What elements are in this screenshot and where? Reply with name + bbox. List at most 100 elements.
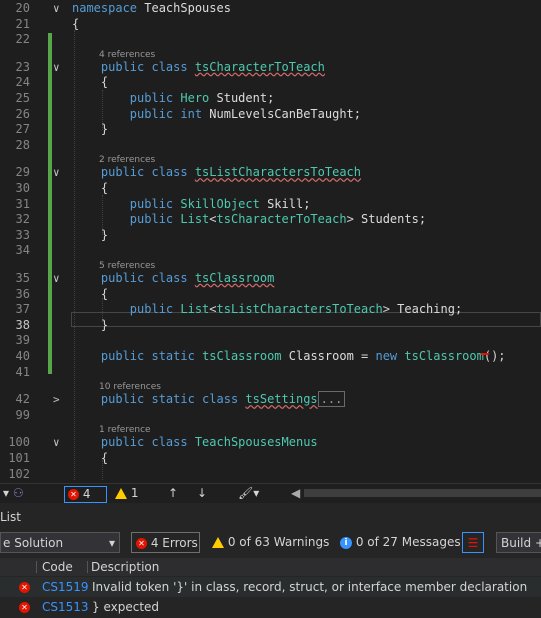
scroll-left-icon[interactable]: ◀ [291, 485, 300, 502]
code-line[interactable]: 37 public List<tsListCharactersToTeach> … [0, 302, 541, 317]
code-line[interactable]: 35 ∨ public class tsClassroom [0, 271, 541, 286]
code-line[interactable]: 29 ∨ public class tsListCharactersToTeach [0, 165, 541, 180]
line-number: 27 [15, 122, 30, 137]
build-dropdown[interactable]: Build + [496, 532, 541, 553]
code-token: tsClassroom [194, 271, 275, 285]
code-text: public static tsClassroom Classroom = ne… [72, 349, 506, 364]
error-description: Invalid token '}' in class, record, stru… [92, 580, 528, 594]
line-number: 32 [15, 212, 30, 227]
editor-status-strip: ▾ ⚇ ✕ 4 1 ↑ ↓ 🖌▾ ◀ [0, 483, 541, 503]
code-text: public class tsCharacterToTeach [72, 60, 325, 75]
column-header-code[interactable]: Code [42, 558, 73, 576]
filter-toggle-icon[interactable]: ☰ [462, 532, 484, 553]
code-line[interactable]: 27 } [0, 122, 541, 137]
code-token: tsCharacterToTeach [194, 59, 325, 74]
code-line[interactable]: 21 { [0, 17, 541, 32]
code-line[interactable]: 20 ∨ namespace TeachSpouses [0, 1, 541, 16]
code-line[interactable]: 40 public static tsClassroom Classroom =… [0, 349, 541, 364]
code-line[interactable]: 101 { [0, 451, 541, 466]
scope-dropdown[interactable]: e Solution ▾ [0, 532, 120, 553]
line-number: 21 [15, 16, 30, 31]
line-number: 40 [15, 349, 30, 363]
code-line[interactable]: 34 [0, 243, 541, 258]
warnings-filter-button[interactable]: 0 of 63 Warnings [212, 532, 329, 553]
warning-icon [115, 488, 127, 499]
code-token: public class [100, 435, 195, 450]
code-text: namespace TeachSpouses [72, 1, 231, 16]
code-line[interactable]: 100 ∨ public class TeachSpousesMenus [0, 435, 541, 450]
code-token: Hero [180, 91, 217, 105]
code-line[interactable]: 28 [0, 138, 541, 153]
code-line[interactable]: 99 [0, 408, 541, 423]
messages-filter-button[interactable]: i 0 of 27 Messages [340, 532, 461, 553]
copilot-icon: ⚇ [12, 486, 24, 500]
column-header-icon [36, 561, 37, 573]
horizontal-scrollbar[interactable] [304, 489, 541, 497]
code-line[interactable]: 39 [0, 333, 541, 348]
line-number: 39 [15, 333, 30, 348]
errors-filter-button[interactable]: ✕ 4 Errors [131, 532, 200, 553]
code-token: List [180, 302, 210, 317]
code-line[interactable]: 26 public int NumLevelsCanBeTaught; [0, 107, 541, 122]
code-line[interactable]: 22 [0, 32, 541, 47]
code-editor[interactable]: 20 ∨ namespace TeachSpouses 21{22 4 referenc… [0, 0, 541, 481]
code-token: Skill; [267, 196, 311, 211]
info-icon: i [340, 536, 352, 549]
code-text: public List<tsCharacterToTeach> Students… [72, 212, 426, 227]
collapse-chevron-icon[interactable]: ∨ [53, 435, 60, 450]
code-line[interactable]: 41 [0, 365, 541, 380]
next-issue-icon[interactable]: ↓ [197, 485, 207, 502]
code-text: public class TeachSpousesMenus [72, 435, 318, 450]
line-number: 26 [15, 106, 30, 121]
code-line[interactable]: 23 ∨ public class tsCharacterToTeach [0, 60, 541, 75]
error-count-button[interactable]: ✕ 4 [64, 486, 108, 503]
code-line[interactable]: 33 } [0, 228, 541, 243]
column-header-description[interactable]: Description [91, 558, 159, 576]
error-row[interactable]: ✕ CS1519 Invalid token '}' in class, recor… [0, 577, 541, 597]
collapse-chevron-icon[interactable]: ∨ [53, 1, 60, 16]
code-line[interactable]: 36 { [0, 287, 541, 302]
errors-label: 4 Errors [150, 536, 198, 550]
error-list-toolbar: e Solution ▾ ✕ 4 Errors 0 of 63 Warnings… [0, 530, 541, 556]
line-number: 41 [15, 364, 30, 379]
error-code-link[interactable]: CS1519 [42, 577, 89, 597]
line-number: 24 [15, 75, 30, 90]
collapse-chevron-icon[interactable]: ∨ [53, 60, 60, 75]
code-line[interactable]: 25 public Hero Student; [0, 91, 541, 106]
collapsed-region[interactable]: ... [317, 391, 346, 408]
code-line[interactable]: 24 { [0, 75, 541, 90]
code-token: tsClassroom [404, 349, 484, 363]
code-line[interactable]: 38 } [0, 318, 541, 333]
previous-issue-icon[interactable]: ↑ [168, 485, 178, 502]
expand-chevron-icon[interactable]: > [53, 392, 60, 407]
error-code-link[interactable]: CS1513 [42, 597, 89, 617]
code-cleanup-icon[interactable]: 🖌▾ [238, 485, 259, 502]
line-number: 34 [15, 243, 30, 258]
error-row[interactable]: ✕ CS1513} expected [0, 597, 541, 617]
code-line[interactable]: 32 public List<tsCharacterToTeach> Stude… [0, 212, 541, 227]
scope-label: e Solution [3, 536, 64, 550]
code-token: namespace [72, 1, 145, 15]
line-number: 100 [8, 435, 30, 450]
collapse-chevron-icon[interactable]: ∨ [53, 165, 60, 180]
code-token: Classroom [288, 349, 362, 363]
column-divider [87, 561, 88, 573]
code-token: public [129, 196, 181, 211]
collapse-chevron-icon[interactable]: ∨ [53, 271, 60, 286]
code-line[interactable]: 42 > public static class tsSettings... [0, 391, 541, 408]
zoom-dropdown[interactable]: ▾ ⚇ [3, 485, 24, 502]
code-token: { [100, 451, 109, 465]
warning-count-button[interactable]: 1 [115, 485, 138, 502]
line-number: 22 [15, 32, 30, 47]
code-line[interactable]: 30 { [0, 181, 541, 196]
code-line[interactable]: 31 public SkillObject Skill; [0, 197, 541, 212]
line-number: 30 [15, 181, 30, 195]
code-token: public class [100, 271, 195, 285]
code-line[interactable]: 102 [0, 467, 541, 481]
